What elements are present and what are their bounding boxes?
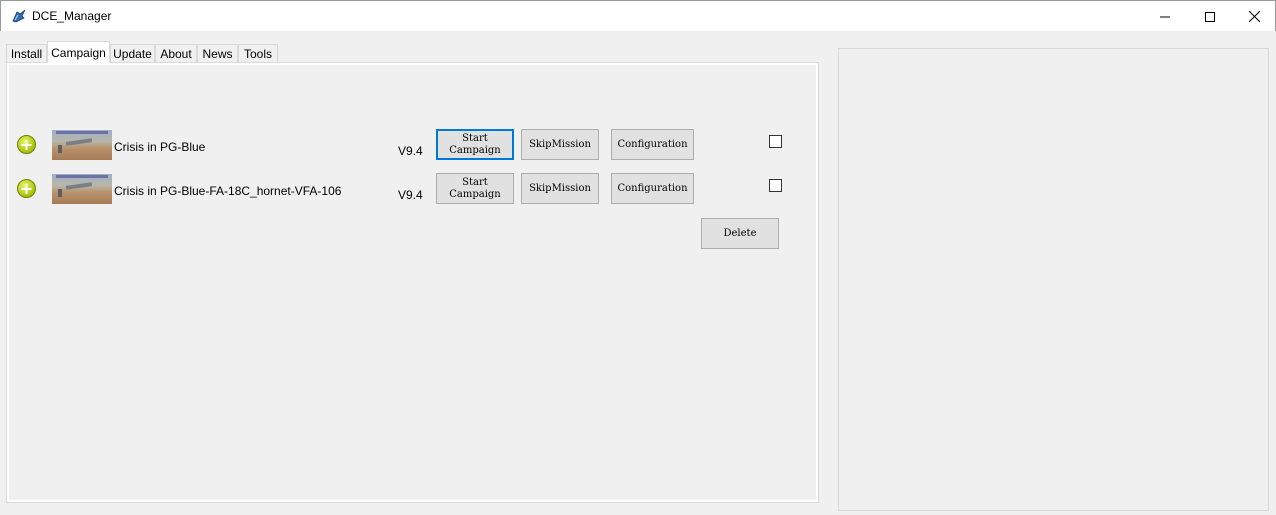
- close-button[interactable]: [1231, 1, 1276, 32]
- tab-campaign[interactable]: Campaign: [47, 41, 110, 63]
- maximize-button[interactable]: [1187, 1, 1233, 32]
- expand-plus-icon[interactable]: +: [17, 135, 36, 154]
- maximize-icon: [1205, 11, 1215, 22]
- configuration-button[interactable]: Configuration: [611, 129, 694, 160]
- title-bar: DCE_Manager: [0, 0, 1276, 31]
- delete-button[interactable]: Delete: [701, 218, 779, 249]
- campaign-thumbnail: [52, 130, 112, 160]
- tab-update[interactable]: Update: [110, 44, 155, 63]
- campaign-tab-page: + Crisis in PG-Blue V9.4 Start Campaign …: [6, 62, 819, 503]
- start-campaign-button[interactable]: Start Campaign: [436, 129, 514, 160]
- campaign-select-checkbox[interactable]: [769, 179, 782, 192]
- campaign-select-checkbox[interactable]: [769, 135, 782, 148]
- campaign-row: + Crisis in PG-Blue-FA-18C_hornet-VFA-10…: [9, 173, 809, 207]
- campaign-version: V9.4: [398, 188, 423, 202]
- right-panel: [838, 48, 1269, 511]
- tab-install[interactable]: Install: [6, 44, 47, 63]
- minimize-icon: [1160, 16, 1170, 17]
- tab-news[interactable]: News: [197, 44, 238, 63]
- skip-mission-button[interactable]: SkipMission: [521, 173, 599, 204]
- campaign-name: Crisis in PG-Blue: [114, 140, 206, 154]
- close-icon: [1248, 11, 1260, 22]
- campaign-panel: + Crisis in PG-Blue V9.4 Start Campaign …: [9, 65, 816, 500]
- tab-about[interactable]: About: [155, 44, 197, 63]
- campaign-name: Crisis in PG-Blue-FA-18C_hornet-VFA-106: [114, 184, 342, 198]
- skip-mission-button[interactable]: SkipMission: [521, 129, 599, 160]
- window-title: DCE_Manager: [32, 9, 112, 23]
- minimize-button[interactable]: [1142, 1, 1188, 32]
- expand-plus-icon[interactable]: +: [17, 179, 36, 198]
- campaign-version: V9.4: [398, 144, 423, 158]
- tab-tools[interactable]: Tools: [238, 44, 278, 63]
- start-campaign-button[interactable]: Start Campaign: [436, 173, 514, 204]
- configuration-button[interactable]: Configuration: [611, 173, 694, 204]
- campaign-row: + Crisis in PG-Blue V9.4 Start Campaign …: [9, 129, 809, 163]
- campaign-thumbnail: [52, 174, 112, 204]
- app-icon: [12, 9, 26, 23]
